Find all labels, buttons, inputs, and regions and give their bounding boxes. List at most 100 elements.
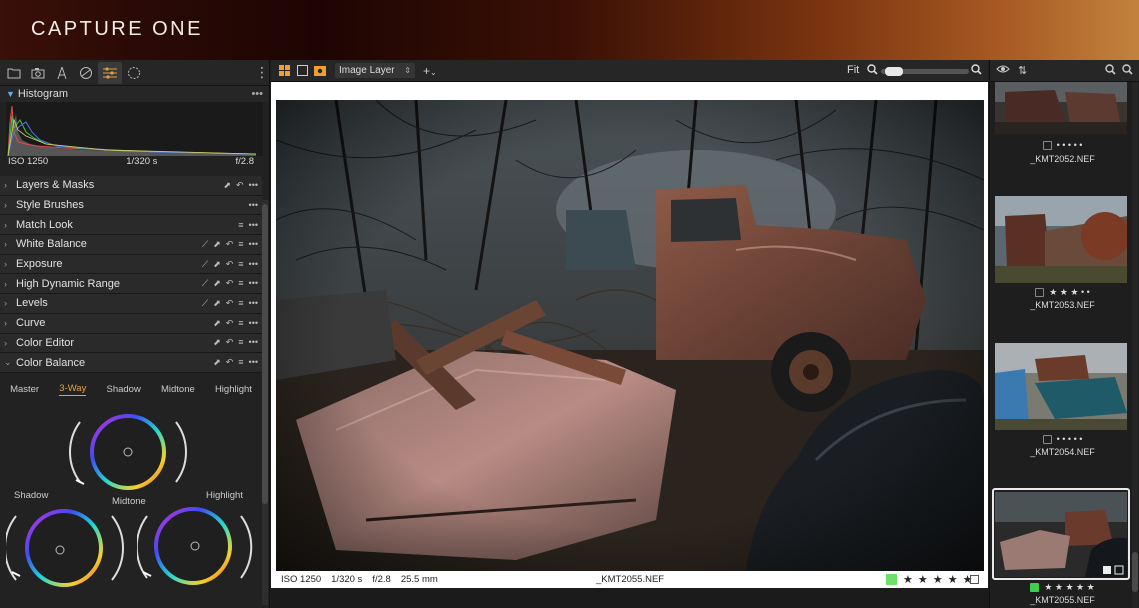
chevron-right-icon[interactable]: › <box>4 298 16 308</box>
copy-icon[interactable]: ⬈ <box>213 318 221 329</box>
proof-view-icon[interactable] <box>313 65 327 77</box>
zoom-icon[interactable] <box>1122 63 1133 78</box>
tool-white-balance[interactable]: › White Balance ⟋ ⬈ ↶ ≡ ••• <box>0 235 262 255</box>
details-icon[interactable] <box>122 62 146 84</box>
copy-icon[interactable]: ⬈ <box>213 259 221 270</box>
star-rating[interactable]: ★ ★ ★ ★ ★ <box>903 573 974 586</box>
tab-highlight[interactable]: Highlight <box>215 384 252 395</box>
more-icon[interactable]: ••• <box>249 200 258 210</box>
picker-icon[interactable]: ⟋ <box>202 298 208 309</box>
select-checkbox[interactable] <box>1030 583 1040 592</box>
more-icon[interactable]: ••• <box>249 180 258 191</box>
fit-zoom-label[interactable]: Fit <box>847 64 859 76</box>
histogram-header[interactable]: ▼ Histogram ••• <box>0 86 269 102</box>
tab-midtone[interactable]: Midtone <box>161 384 195 395</box>
chevron-right-icon[interactable]: › <box>4 180 16 190</box>
chevron-right-icon[interactable]: › <box>4 338 16 348</box>
adjust-icon[interactable] <box>98 61 122 84</box>
presets-icon[interactable]: ≡ <box>238 220 243 230</box>
thumbnail-rating[interactable]: • • • • • <box>1057 434 1083 444</box>
tools-scrollbar[interactable] <box>262 200 268 605</box>
reset-icon[interactable]: ↶ <box>226 259 234 270</box>
tool-exposure[interactable]: › Exposure ⟋ ⬈ ↶ ≡ ••• <box>0 254 262 275</box>
color-wheel-highlight[interactable] <box>137 506 261 588</box>
chevron-right-icon[interactable]: › <box>4 259 16 269</box>
picker-icon[interactable]: ⟋ <box>202 259 208 270</box>
thumbnail-kmt2054[interactable] <box>995 343 1127 430</box>
tool-curve[interactable]: › Curve ⬈ ↶ ≡ ••• <box>0 313 262 334</box>
picker-icon[interactable]: ⟋ <box>202 278 208 289</box>
more-icon[interactable]: ••• <box>249 337 258 348</box>
reset-icon[interactable]: ↶ <box>226 239 234 250</box>
reset-icon[interactable]: ↶ <box>226 278 234 289</box>
reset-icon[interactable]: ↶ <box>226 298 234 309</box>
presets-icon[interactable]: ≡ <box>238 259 243 270</box>
sort-icon[interactable]: ⇅ <box>1018 64 1027 77</box>
thumbnail-kmt2053[interactable] <box>995 196 1127 283</box>
tool-color-editor[interactable]: › Color Editor ⬈ ↶ ≡ ••• <box>0 333 262 354</box>
lens-icon[interactable] <box>50 62 74 84</box>
chevron-right-icon[interactable]: › <box>4 220 16 230</box>
thumbnail-rating[interactable]: • • • • • <box>1057 140 1083 150</box>
chevron-right-icon[interactable]: › <box>4 318 16 328</box>
tool-color-balance[interactable]: ⌄ Color Balance ⬈ ↶ ≡ ••• <box>0 353 262 373</box>
presets-icon[interactable]: ≡ <box>238 337 243 348</box>
picker-icon[interactable]: ⟋ <box>202 239 208 250</box>
chevron-right-icon[interactable]: › <box>4 279 16 289</box>
select-checkbox[interactable] <box>1042 434 1052 444</box>
select-checkbox[interactable] <box>1042 140 1052 150</box>
zoom-slider-handle[interactable] <box>884 67 903 76</box>
add-layer-icon[interactable]: +⌄ <box>423 64 437 78</box>
tab-3-way[interactable]: 3-Way <box>59 383 87 396</box>
chevron-right-icon[interactable]: › <box>4 239 16 249</box>
browser-scrollbar[interactable] <box>1132 82 1138 608</box>
layer-select[interactable]: Image Layer ⇕ <box>335 63 415 78</box>
grid-view-icon[interactable] <box>277 65 291 77</box>
chevron-down-icon[interactable]: ⌄ <box>4 357 16 368</box>
color-wheel-master[interactable] <box>68 404 192 496</box>
tool-match-look[interactable]: › Match Look ≡ ••• <box>0 215 262 236</box>
select-checkbox[interactable] <box>970 575 979 584</box>
copy-icon[interactable]: ⬈ <box>213 278 221 289</box>
presets-icon[interactable]: ≡ <box>238 298 243 309</box>
tool-layers-masks[interactable]: › Layers & Masks ⬈ ↶ ••• <box>0 176 262 196</box>
color-tag[interactable] <box>886 574 897 585</box>
reset-icon[interactable]: ↶ <box>236 180 244 191</box>
reset-icon[interactable]: ↶ <box>226 318 234 329</box>
more-icon[interactable]: ••• <box>251 88 263 100</box>
color-wheel-shadow[interactable] <box>6 506 126 588</box>
chevron-right-icon[interactable]: › <box>4 200 16 210</box>
more-icon[interactable]: ••• <box>249 357 258 368</box>
more-icon[interactable]: ••• <box>249 259 258 270</box>
zoom-in-icon[interactable] <box>971 64 982 78</box>
thumbnail-rating[interactable]: ★ ★ ★ • • <box>1049 287 1090 298</box>
presets-icon[interactable]: ≡ <box>238 239 243 250</box>
more-icon[interactable]: ⋮ <box>255 64 269 81</box>
tool-high-dynamic-range[interactable]: › High Dynamic Range ⟋ ⬈ ↶ ≡ ••• <box>0 274 262 295</box>
copy-icon[interactable]: ⬈ <box>213 357 221 368</box>
reset-icon[interactable]: ↶ <box>226 357 234 368</box>
tool-levels[interactable]: › Levels ⟋ ⬈ ↶ ≡ ••• <box>0 294 262 314</box>
single-view-icon[interactable] <box>295 65 309 77</box>
thumbnail-rating[interactable]: ★ ★ ★ ★ ★ <box>1044 582 1094 593</box>
zoom-slider[interactable] <box>881 67 969 76</box>
tab-master[interactable]: Master <box>10 384 39 395</box>
tab-shadow[interactable]: Shadow <box>107 384 141 395</box>
presets-icon[interactable]: ≡ <box>238 278 243 289</box>
camera-icon[interactable] <box>26 62 50 84</box>
eye-icon[interactable] <box>996 64 1010 77</box>
thumbnail-kmt2052[interactable] <box>995 82 1127 134</box>
presets-icon[interactable]: ≡ <box>238 318 243 329</box>
more-icon[interactable]: ••• <box>249 318 258 329</box>
tool-style-brushes[interactable]: › Style Brushes ••• <box>0 195 262 216</box>
folder-icon[interactable] <box>2 62 26 84</box>
search-icon[interactable] <box>1105 63 1116 78</box>
reset-icon[interactable]: ↶ <box>226 337 234 348</box>
color-icon[interactable] <box>74 62 98 84</box>
more-icon[interactable]: ••• <box>249 278 258 289</box>
main-photo[interactable] <box>276 100 984 571</box>
presets-icon[interactable]: ≡ <box>238 357 243 368</box>
more-icon[interactable]: ••• <box>249 298 258 309</box>
more-icon[interactable]: ••• <box>249 220 258 230</box>
copy-icon[interactable]: ⬈ <box>213 298 221 309</box>
